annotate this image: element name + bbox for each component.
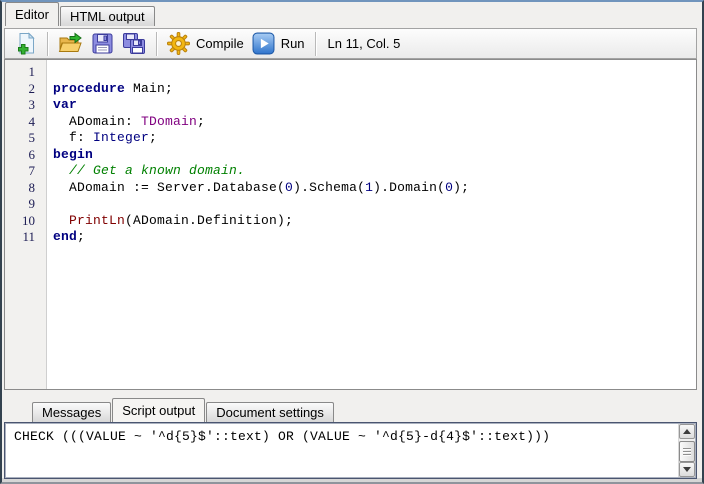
line-number: 10 [22,212,35,228]
run-play-icon [252,32,275,55]
run-button-label: Run [280,36,305,51]
toolbar-separator [156,31,157,56]
code-line[interactable]: f: Integer; [53,130,696,147]
line-number: 8 [28,179,36,195]
toolbar-separator [47,31,48,56]
code-segment-plain: ; [149,130,158,145]
code-editor[interactable]: 1 2 3 4 5 6 7 8 9 10 11 procedure Main; var ADomain… [4,59,697,390]
code-segment-plain: ); [453,179,470,195]
code-line[interactable]: end; [53,229,696,246]
code-segment-keyword: end [53,229,78,244]
code-line[interactable]: ADomain := Server.Database(0).Schema(1).… [53,180,696,197]
code-segment-comment: // Get a known domain. [69,163,246,178]
compile-button[interactable]: Compile [163,30,248,57]
code-segment-number: 0 [445,179,454,195]
bottom-tab-bar: Messages Script output Document settings [32,398,335,422]
code-line[interactable] [53,196,696,213]
scroll-up-button[interactable] [679,424,695,439]
code-line[interactable]: ADomain: TDomain; [53,114,696,131]
code-segment-number: 1 [365,179,374,195]
code-line[interactable]: procedure Main; [53,81,696,98]
code-line[interactable]: begin [53,147,696,164]
scroll-up-icon [683,429,691,434]
new-document-icon [18,32,35,55]
save-icon [92,33,113,54]
save-copy-icon [123,33,145,54]
line-number: 11 [22,229,35,244]
line-number: 2 [28,80,36,96]
line-number: 9 [28,196,36,211]
code-line[interactable]: PrintLn(ADomain.Definition); [53,213,696,230]
line-number: 1 [28,64,36,79]
compile-gear-icon [167,32,190,55]
code-line[interactable]: // Get a known domain. [53,163,696,180]
toolbar: Compile Run Ln 11, Col. 5 [4,28,697,59]
line-number-gutter: 1 2 3 4 5 6 7 8 9 10 11 [5,60,47,389]
scrollbar-thumb[interactable] [679,441,695,462]
scroll-down-icon [683,467,691,472]
line-number: 7 [28,163,36,178]
line-number: 3 [28,97,36,112]
code-segment-plain: ; [77,229,86,244]
scrollbar-grip-icon [683,447,691,456]
code-area[interactable]: procedure Main; var ADomain: TDomain; f: … [47,60,696,389]
top-tab-bar: Editor HTML output [5,2,156,26]
caret-position-status: Ln 11, Col. 5 [327,36,401,51]
code-segment-stdtype: Integer [93,130,150,145]
code-segment-plain: (ADomain.Definition); [125,212,294,228]
code-segment-plain: ADomain: [53,113,142,129]
save-as-button[interactable] [118,30,150,57]
app-window: Editor HTML output Compile Run Ln 11, Co… [0,0,704,484]
code-segment-plain [53,163,69,178]
code-segment-plain [53,213,69,228]
scroll-down-button[interactable] [679,462,695,477]
code-segment-plain: Main; [125,80,174,96]
code-segment-keyword: procedure [53,80,126,96]
line-number: 4 [28,113,36,129]
tab-editor[interactable]: Editor [5,2,59,26]
code-segment-plain: ADomain := Server.Database( [53,179,286,195]
code-line[interactable] [53,64,696,81]
code-segment-plain: f: [53,130,94,145]
open-button[interactable] [54,30,87,57]
code-segment-keyword: var [53,97,78,112]
code-segment-plain: ).Schema( [293,179,366,195]
toolbar-separator [314,31,316,56]
code-segment-keyword: begin [53,146,94,162]
script-output-text[interactable]: CHECK (((VALUE ~ '^d{5}$'::text) OR (VAL… [5,423,677,478]
code-segment-type: TDomain [141,113,198,129]
run-button[interactable]: Run [248,30,309,57]
new-document-button[interactable] [10,30,41,57]
code-segment-number: 0 [285,179,294,195]
tab-messages[interactable]: Messages [32,402,112,422]
line-number: 6 [28,146,36,162]
code-line[interactable]: var [53,97,696,114]
tab-document-settings[interactable]: Document settings [206,402,334,422]
code-segment-plain: ; [197,113,206,129]
line-number: 5 [28,130,36,145]
tab-script-output[interactable]: Script output [112,398,206,422]
compile-button-label: Compile [196,36,244,51]
script-output-panel: CHECK (((VALUE ~ '^d{5}$'::text) OR (VAL… [4,422,697,479]
code-segment-plain: ).Domain( [373,179,446,195]
code-segment-function: PrintLn [69,212,126,228]
open-folder-icon [58,32,82,52]
tab-html-output[interactable]: HTML output [59,6,155,26]
output-scrollbar[interactable] [678,424,695,477]
save-button[interactable] [87,30,118,57]
